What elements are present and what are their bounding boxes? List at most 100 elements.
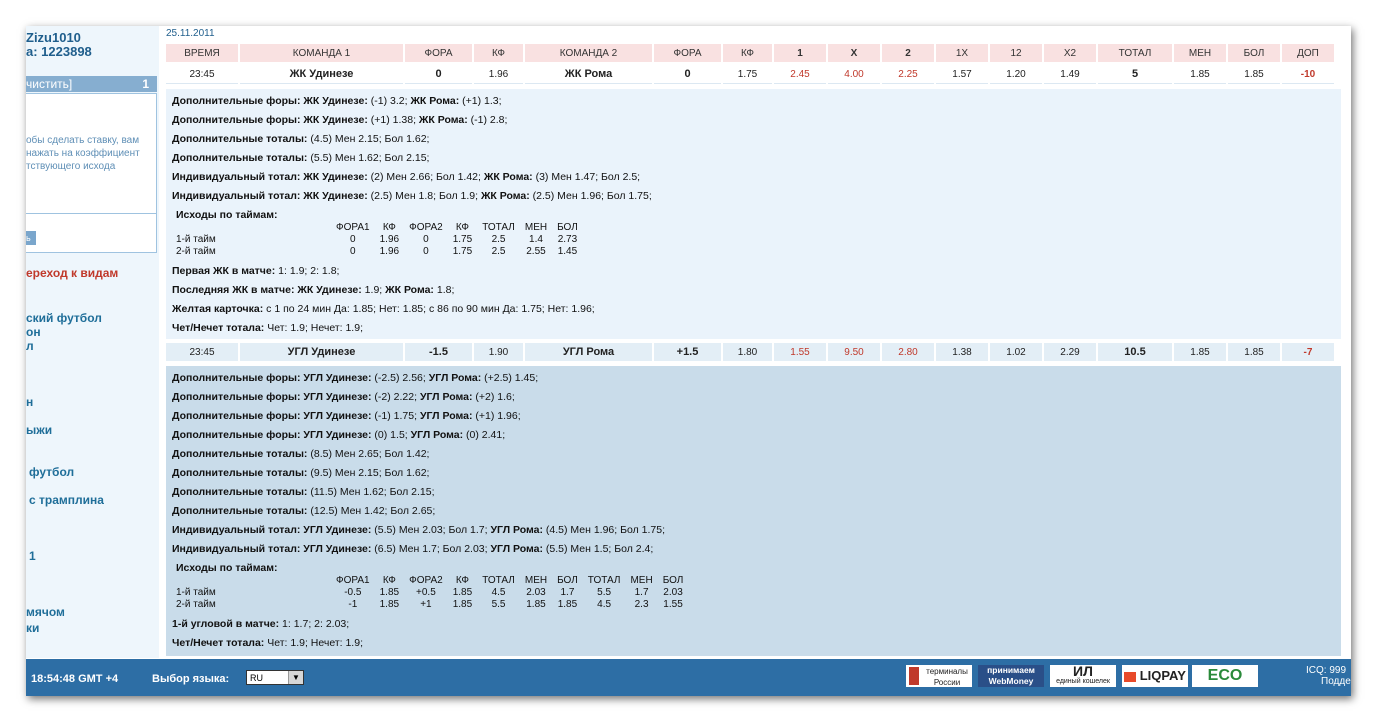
odds-cell[interactable]: 1.90 bbox=[474, 343, 523, 361]
detail-value[interactable]: (6.5) Мен 1.7; Бол 2.03; bbox=[371, 543, 490, 555]
period-odds[interactable]: 2.55 bbox=[520, 245, 552, 257]
detail-value[interactable]: 1: 1.9; 2: 1.8; bbox=[275, 265, 339, 277]
odds-cell[interactable]: 1.38 bbox=[936, 343, 988, 361]
detail-value[interactable]: (+1) 1.3; bbox=[459, 95, 501, 107]
period-odds[interactable]: 1.85 bbox=[375, 598, 404, 610]
odds-cell[interactable]: 2.25 bbox=[882, 65, 934, 84]
detail-value[interactable]: 1.8; bbox=[434, 284, 455, 296]
odds-cell[interactable]: 2.29 bbox=[1044, 343, 1096, 361]
more-bets-link[interactable]: -10 bbox=[1282, 65, 1334, 84]
odds-cell[interactable]: 1.55 bbox=[774, 343, 826, 361]
detail-value[interactable]: 1.9; bbox=[362, 284, 385, 296]
sidebar-item[interactable]: н bbox=[26, 395, 33, 409]
odds-cell[interactable]: 9.50 bbox=[828, 343, 880, 361]
detail-value[interactable]: (4.5) Мен 1.96; Бол 1.75; bbox=[543, 524, 665, 536]
detail-value[interactable]: (-2.5) 2.56; bbox=[372, 372, 429, 384]
period-odds[interactable]: 1.85 bbox=[448, 586, 477, 598]
sidebar-item[interactable]: с трамплина bbox=[29, 493, 104, 507]
period-odds[interactable]: 0 bbox=[404, 233, 448, 245]
detail-value[interactable]: (-1) 3.2; bbox=[368, 95, 411, 107]
odds-cell[interactable]: 1.02 bbox=[990, 343, 1042, 361]
odds-cell[interactable]: 1.75 bbox=[723, 65, 772, 84]
odds-cell[interactable]: 1.96 bbox=[474, 65, 523, 84]
detail-value[interactable]: (2.5) Мен 1.8; Бол 1.9; bbox=[368, 190, 481, 202]
detail-value[interactable]: (4.5) Мен 2.15; Бол 1.62; bbox=[307, 133, 429, 145]
detail-value[interactable]: (5.5) Мен 1.5; Бол 2.4; bbox=[543, 543, 653, 555]
bet-submit-button[interactable]: ь bbox=[26, 231, 36, 245]
detail-value[interactable]: (-2) 2.22; bbox=[372, 391, 420, 403]
webmoney-logo[interactable]: принимаем WebMoney bbox=[978, 665, 1044, 687]
sidebar-item[interactable]: ский футбол bbox=[26, 311, 102, 325]
odds-cell[interactable]: 1.80 bbox=[723, 343, 772, 361]
period-odds[interactable]: 1.45 bbox=[552, 245, 583, 257]
period-odds[interactable]: 2.03 bbox=[658, 586, 689, 598]
period-odds[interactable]: 2.5 bbox=[477, 245, 520, 257]
detail-value[interactable]: Чет: 1.9; Нечет: 1.9; bbox=[264, 637, 363, 649]
sidebar-item[interactable]: мячом bbox=[26, 605, 65, 619]
period-odds[interactable]: 5.5 bbox=[583, 586, 626, 598]
detail-value[interactable]: (11.5) Мен 1.62; Бол 2.15; bbox=[307, 486, 434, 498]
period-odds[interactable]: 5.5 bbox=[477, 598, 520, 610]
odds-cell[interactable]: 1.57 bbox=[936, 65, 988, 84]
eco-logo[interactable]: ECO bbox=[1192, 665, 1258, 687]
detail-value[interactable]: (8.5) Мен 2.65; Бол 1.42; bbox=[307, 448, 429, 460]
sidebar-item[interactable]: 1 bbox=[29, 549, 36, 563]
odds-cell[interactable]: 2.45 bbox=[774, 65, 826, 84]
detail-value[interactable]: (2.5) Мен 1.96; Бол 1.75; bbox=[530, 190, 652, 202]
period-odds[interactable]: 1.75 bbox=[448, 245, 477, 257]
detail-value[interactable]: (5.5) Мен 2.03; Бол 1.7; bbox=[371, 524, 490, 536]
period-odds[interactable]: 0 bbox=[331, 245, 375, 257]
period-odds[interactable]: 4.5 bbox=[477, 586, 520, 598]
period-odds[interactable]: 1.85 bbox=[552, 598, 583, 610]
wallet-one-logo[interactable]: ИЛ единый кошелек bbox=[1050, 665, 1116, 687]
detail-value[interactable]: (+1) 1.38; bbox=[368, 114, 419, 126]
period-odds[interactable]: 0 bbox=[404, 245, 448, 257]
detail-value[interactable]: с 1 по 24 мин Да: 1.85; Нет: 1.85; с 86 … bbox=[263, 303, 595, 315]
clear-bets-link[interactable]: чистить] bbox=[26, 77, 72, 91]
odds-cell[interactable]: 1.49 bbox=[1044, 65, 1096, 84]
detail-value[interactable]: (3) Мен 1.47; Бол 2.5; bbox=[533, 171, 641, 183]
period-odds[interactable]: -1 bbox=[331, 598, 375, 610]
detail-value[interactable]: (0) 1.5; bbox=[372, 429, 411, 441]
period-odds[interactable]: 1.85 bbox=[520, 598, 552, 610]
detail-value[interactable]: (9.5) Мен 2.15; Бол 1.62; bbox=[307, 467, 429, 479]
sidebar-item[interactable]: л bbox=[26, 339, 34, 353]
odds-cell[interactable]: 1.20 bbox=[990, 65, 1042, 84]
detail-value[interactable]: Чет: 1.9; Нечет: 1.9; bbox=[264, 322, 363, 334]
detail-value[interactable]: (+1) 1.96; bbox=[472, 410, 520, 422]
detail-value[interactable]: (5.5) Мен 1.62; Бол 2.15; bbox=[307, 152, 429, 164]
sidebar-item[interactable]: он bbox=[26, 325, 41, 339]
liqpay-logo[interactable]: LIQPAY bbox=[1122, 665, 1188, 687]
period-odds[interactable]: 1.85 bbox=[448, 598, 477, 610]
more-bets-link[interactable]: -7 bbox=[1282, 343, 1334, 361]
period-odds[interactable]: 1.96 bbox=[375, 245, 404, 257]
detail-value[interactable]: (0) 2.41; bbox=[463, 429, 505, 441]
period-odds[interactable]: +1 bbox=[404, 598, 448, 610]
chevron-down-icon[interactable]: ▼ bbox=[288, 671, 303, 684]
detail-value[interactable]: (2) Мен 2.66; Бол 1.42; bbox=[368, 171, 484, 183]
odds-cell[interactable]: 4.00 bbox=[828, 65, 880, 84]
terminals-logo[interactable]: терминалы России bbox=[906, 665, 972, 687]
sidebar-item[interactable]: ки bbox=[26, 621, 39, 635]
odds-cell[interactable]: 1.85 bbox=[1228, 65, 1280, 84]
odds-cell[interactable]: 1.85 bbox=[1174, 343, 1226, 361]
period-odds[interactable]: 1.7 bbox=[625, 586, 657, 598]
period-odds[interactable]: 1.85 bbox=[375, 586, 404, 598]
language-select[interactable]: RU ▼ bbox=[246, 670, 304, 685]
detail-value[interactable]: (12.5) Мен 1.42; Бол 2.65; bbox=[307, 505, 435, 517]
odds-cell[interactable]: 1.85 bbox=[1174, 65, 1226, 84]
sidebar-item[interactable]: футбол bbox=[29, 465, 74, 479]
period-odds[interactable]: 2.03 bbox=[520, 586, 552, 598]
period-odds[interactable]: 2.73 bbox=[552, 233, 583, 245]
period-odds[interactable]: 1.75 bbox=[448, 233, 477, 245]
detail-value[interactable]: (-1) 1.75; bbox=[372, 410, 420, 422]
period-odds[interactable]: 2.5 bbox=[477, 233, 520, 245]
period-odds[interactable]: 1.55 bbox=[658, 598, 689, 610]
detail-value[interactable]: 1: 1.7; 2: 2.03; bbox=[279, 618, 349, 630]
period-odds[interactable]: 1.4 bbox=[520, 233, 552, 245]
period-odds[interactable]: +0.5 bbox=[404, 586, 448, 598]
detail-value[interactable]: (+2.5) 1.45; bbox=[481, 372, 538, 384]
detail-value[interactable]: (-1) 2.8; bbox=[468, 114, 508, 126]
odds-cell[interactable]: 1.85 bbox=[1228, 343, 1280, 361]
sports-nav-header[interactable]: ереход к видам bbox=[26, 266, 118, 280]
